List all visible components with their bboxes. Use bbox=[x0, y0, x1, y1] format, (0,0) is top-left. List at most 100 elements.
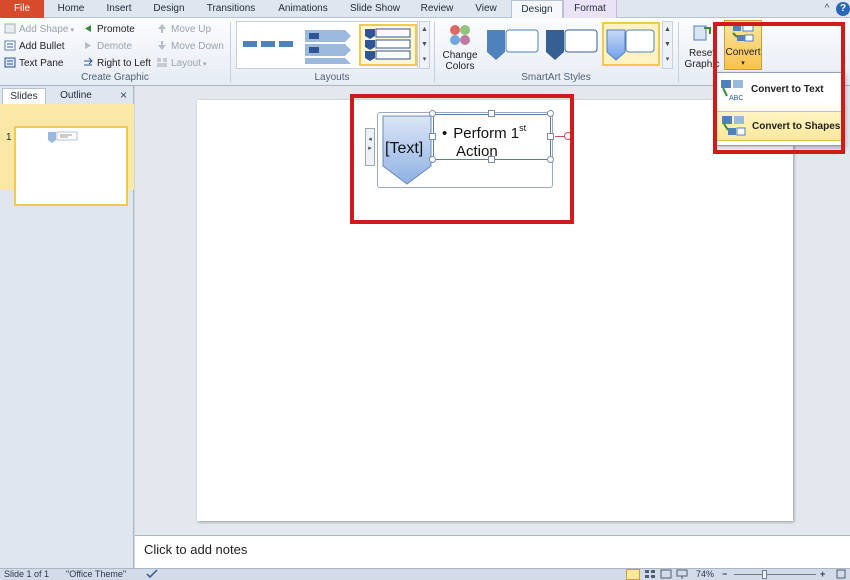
slide-thumbnail[interactable] bbox=[14, 126, 128, 206]
tab-home[interactable]: Home bbox=[50, 0, 92, 18]
spell-check-icon[interactable] bbox=[146, 569, 158, 580]
theme-name: "Office Theme" bbox=[66, 569, 127, 579]
layout-thumb-process[interactable] bbox=[239, 24, 297, 66]
add-bullet-icon bbox=[4, 40, 16, 51]
text-pane-toggle[interactable]: ◂ ▸ bbox=[365, 128, 375, 166]
layout-button[interactable]: Layout ▾ bbox=[156, 56, 207, 72]
normal-view-icon[interactable] bbox=[626, 569, 640, 580]
tab-smartart-design[interactable]: Design bbox=[511, 0, 563, 19]
text-pane-icon bbox=[4, 57, 16, 68]
move-down-button[interactable]: Move Down bbox=[156, 39, 224, 55]
convert-to-text-icon: ABC bbox=[721, 80, 743, 102]
text-pane-button[interactable]: Text Pane bbox=[4, 56, 63, 72]
rotation-handle[interactable] bbox=[564, 132, 572, 140]
add-shape-button[interactable]: Add Shape ▾ bbox=[4, 22, 74, 38]
tab-file[interactable]: File bbox=[0, 0, 44, 18]
text-pane-label: Text Pane bbox=[19, 58, 64, 69]
group-label-create-graphic: Create Graphic bbox=[81, 72, 149, 83]
reset-label-2: Graphic bbox=[684, 59, 720, 70]
tab-animations[interactable]: Animations bbox=[270, 0, 336, 18]
fit-to-window-icon[interactable] bbox=[836, 569, 846, 580]
group-separator bbox=[678, 22, 679, 82]
styles-gallery-scroll[interactable]: ▲ ▼ ▾ bbox=[662, 21, 673, 69]
menu-item-convert-to-text[interactable]: ABC Convert to Text bbox=[715, 75, 843, 105]
minimize-ribbon-icon[interactable]: ^ bbox=[820, 2, 834, 16]
convert-to-shapes-icon bbox=[722, 116, 746, 136]
layout-thumb-vertical-chevron[interactable] bbox=[359, 24, 417, 66]
status-bar: Slide 1 of 1 "Office Theme" 74% − + bbox=[0, 568, 850, 580]
zoom-level[interactable]: 74% bbox=[696, 569, 714, 580]
right-to-left-label: Right to Left bbox=[97, 58, 151, 69]
convert-button[interactable]: Convert ▾ bbox=[724, 20, 762, 70]
style-thumb-3[interactable] bbox=[602, 22, 660, 66]
zoom-out-icon[interactable]: − bbox=[722, 569, 727, 580]
convert-icon bbox=[725, 21, 761, 47]
chevron-down-icon: ▾ bbox=[70, 27, 75, 34]
change-colors-button[interactable]: Change Colors bbox=[440, 22, 480, 72]
tab-insert[interactable]: Insert bbox=[96, 0, 142, 18]
style-thumb-1[interactable] bbox=[484, 22, 542, 66]
move-up-button[interactable]: Move Up bbox=[156, 22, 211, 38]
group-separator bbox=[434, 22, 435, 82]
close-icon[interactable]: × bbox=[120, 89, 127, 101]
slide-count: Slide 1 of 1 bbox=[4, 569, 50, 579]
tab-format[interactable]: Format bbox=[563, 0, 617, 18]
change-colors-label-2: Colors bbox=[445, 61, 475, 72]
menu-item-convert-to-shapes[interactable]: Convert to Shapes bbox=[715, 111, 843, 141]
notes-placeholder: Click to add notes bbox=[144, 542, 248, 557]
demote-label: Demote bbox=[97, 41, 133, 52]
notes-pane[interactable]: Click to add notes bbox=[135, 535, 850, 568]
demote-button[interactable]: Demote bbox=[82, 39, 132, 55]
resize-handle[interactable] bbox=[547, 133, 554, 140]
group-separator bbox=[230, 22, 231, 82]
smartart-bullet-box[interactable]: • Perform 1st Action bbox=[433, 114, 551, 160]
resize-handle[interactable] bbox=[429, 156, 436, 163]
resize-handle[interactable] bbox=[429, 110, 436, 117]
layout-label: Layout bbox=[171, 58, 202, 69]
ribbon-tab-bar: File Home Insert Design Transitions Anim… bbox=[0, 0, 850, 19]
tab-review[interactable]: Review bbox=[414, 0, 460, 18]
convert-label: Convert bbox=[725, 47, 761, 58]
promote-button[interactable]: Promote bbox=[82, 22, 135, 38]
reading-view-icon[interactable] bbox=[660, 569, 672, 580]
resize-handle[interactable] bbox=[488, 156, 495, 163]
add-shape-label: Add Shape bbox=[19, 24, 69, 35]
tab-view[interactable]: View bbox=[464, 0, 508, 18]
move-down-label: Move Down bbox=[171, 41, 224, 52]
chevron-down-icon: ▾ bbox=[203, 61, 207, 68]
slide-show-icon[interactable] bbox=[676, 569, 688, 580]
move-up-label: Move Up bbox=[171, 24, 212, 35]
tab-slides[interactable]: Slides bbox=[2, 88, 46, 104]
slide-editor: ◂ ▸ [Text] • Perform 1st Action bbox=[135, 86, 850, 535]
convert-to-text-label: Convert to Text bbox=[751, 84, 824, 95]
demote-arrow-icon bbox=[82, 40, 94, 51]
zoom-slider[interactable] bbox=[734, 574, 816, 575]
resize-handle[interactable] bbox=[547, 110, 554, 117]
zoom-in-icon[interactable]: + bbox=[820, 569, 825, 580]
zoom-slider-thumb[interactable] bbox=[762, 570, 767, 579]
slides-panel: Slides Outline × 1 bbox=[0, 86, 134, 568]
group-label-smartart-styles: SmartArt Styles bbox=[521, 72, 591, 83]
resize-handle[interactable] bbox=[429, 133, 436, 140]
layout-thumb-chevron-list[interactable] bbox=[299, 24, 357, 66]
resize-handle[interactable] bbox=[547, 156, 554, 163]
svg-text:ABC: ABC bbox=[729, 95, 743, 102]
right-to-left-button[interactable]: Right to Left bbox=[82, 56, 151, 72]
tab-slide-show[interactable]: Slide Show bbox=[342, 0, 408, 18]
tab-transitions[interactable]: Transitions bbox=[198, 0, 264, 18]
reset-graphic-button[interactable]: Reset Graphic bbox=[682, 22, 722, 76]
slide-number: 1 bbox=[6, 132, 12, 143]
bullet-text-line1: Perform 1 bbox=[453, 125, 520, 142]
slide-thumbnail-row[interactable]: 1 bbox=[0, 104, 134, 206]
help-icon[interactable]: ? bbox=[836, 2, 850, 16]
change-colors-label-1: Change bbox=[442, 50, 478, 61]
slide-sorter-icon[interactable] bbox=[644, 569, 656, 580]
style-thumb-2[interactable] bbox=[543, 22, 601, 66]
add-bullet-button[interactable]: Add Bullet bbox=[4, 39, 65, 55]
tab-design[interactable]: Design bbox=[146, 0, 192, 18]
tab-outline[interactable]: Outline bbox=[48, 88, 104, 104]
promote-label: Promote bbox=[97, 24, 135, 35]
slide-canvas[interactable]: ◂ ▸ [Text] • Perform 1st Action bbox=[197, 100, 793, 521]
layouts-gallery-scroll[interactable]: ▲ ▼ ▾ bbox=[419, 21, 430, 69]
resize-handle[interactable] bbox=[488, 110, 495, 117]
